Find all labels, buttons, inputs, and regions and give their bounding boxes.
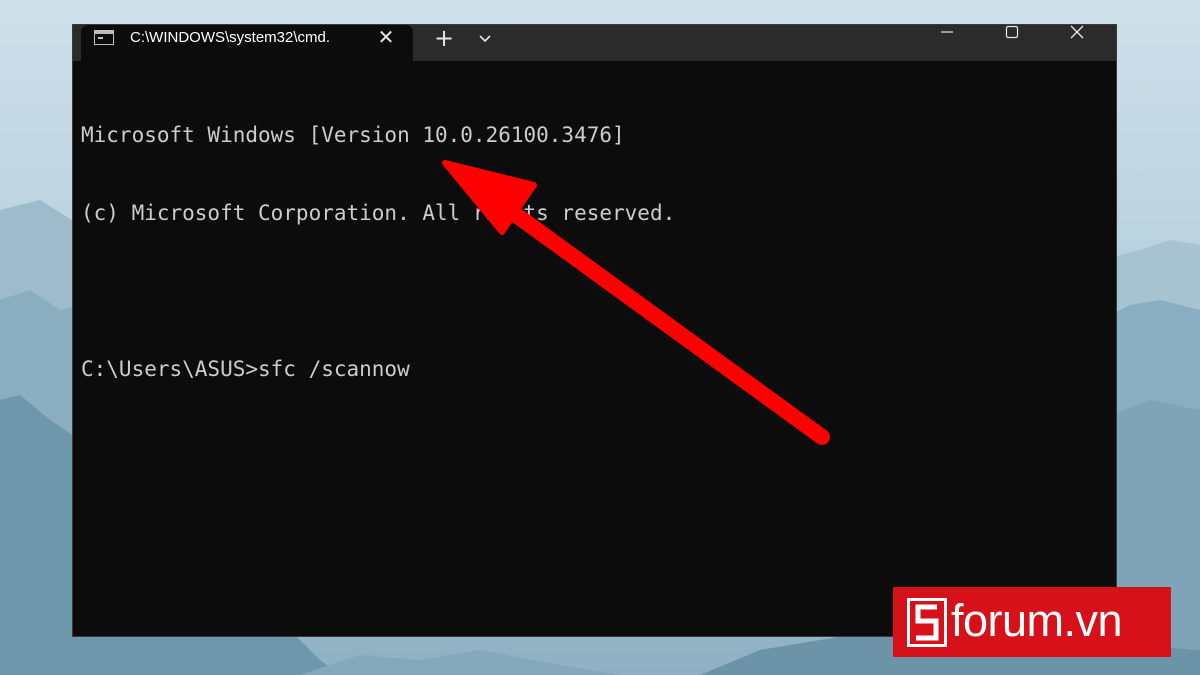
chevron-down-icon bbox=[479, 35, 491, 43]
minimize-button[interactable] bbox=[924, 25, 970, 51]
close-tab-button[interactable]: ✕ bbox=[375, 26, 397, 48]
cmd-window[interactable]: C:\WINDOWS\system32\cmd. ✕ + Microsoft W… bbox=[73, 25, 1116, 636]
close-icon bbox=[1070, 25, 1084, 39]
title-bar[interactable]: C:\WINDOWS\system32\cmd. ✕ + bbox=[73, 25, 1116, 61]
sforum-logo: forum.vn bbox=[893, 587, 1171, 657]
minimize-icon bbox=[941, 31, 953, 33]
terminal-line: (c) Microsoft Corporation. All rights re… bbox=[81, 201, 676, 225]
maximize-button[interactable] bbox=[989, 25, 1035, 51]
terminal-line: Microsoft Windows [Version 10.0.26100.34… bbox=[81, 123, 625, 147]
command-prompt-line: C:\Users\ASUS>sfc /scannow bbox=[81, 357, 410, 381]
logo-text: forum.vn bbox=[951, 595, 1123, 646]
close-window-button[interactable] bbox=[1054, 25, 1100, 51]
tab-cmd[interactable]: C:\WINDOWS\system32\cmd. ✕ bbox=[81, 25, 413, 61]
tab-title: C:\WINDOWS\system32\cmd. bbox=[130, 29, 331, 46]
terminal-output[interactable]: Microsoft Windows [Version 10.0.26100.34… bbox=[81, 70, 675, 434]
tab-dropdown-button[interactable] bbox=[473, 29, 497, 49]
new-tab-button[interactable]: + bbox=[431, 25, 457, 51]
desktop-background: C:\WINDOWS\system32\cmd. ✕ + Microsoft W… bbox=[0, 0, 1200, 675]
maximize-icon bbox=[1005, 25, 1019, 39]
logo-mark-icon bbox=[907, 598, 947, 647]
console-icon bbox=[94, 30, 114, 45]
